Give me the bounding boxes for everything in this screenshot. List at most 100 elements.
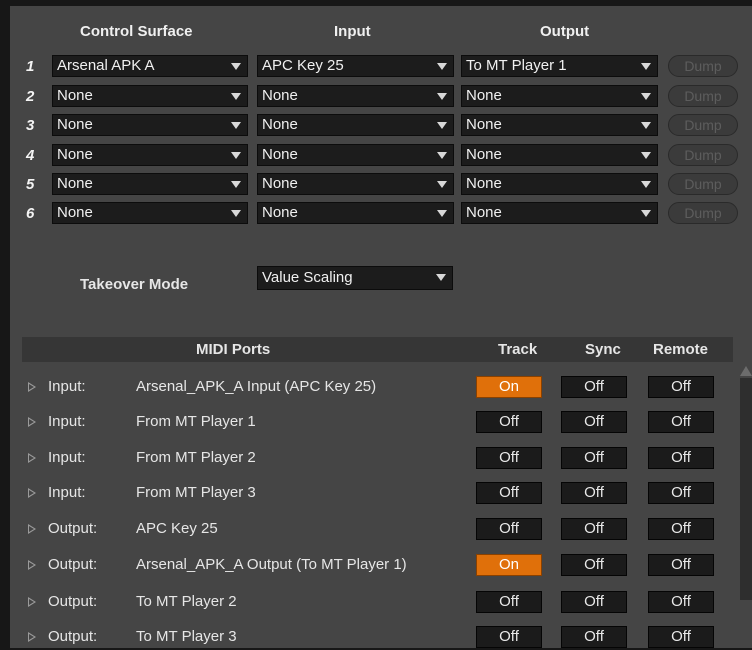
dump-button[interactable]: Dump xyxy=(668,55,738,77)
expand-triangle-icon[interactable] xyxy=(28,382,36,392)
track-toggle[interactable]: Off xyxy=(476,411,542,433)
chevron-down-icon xyxy=(231,181,241,188)
port-type: Output: xyxy=(48,556,98,573)
output-value: None xyxy=(466,87,502,104)
port-type: Output: xyxy=(48,628,98,645)
expand-triangle-icon[interactable] xyxy=(28,597,36,607)
midi-port-row[interactable]: Input: From MT Player 2 Off Off Off xyxy=(10,447,752,471)
control-surface-select[interactable]: None xyxy=(52,144,248,166)
port-name: To MT Player 2 xyxy=(136,593,237,610)
sync-toggle[interactable]: Off xyxy=(561,591,627,613)
remote-toggle[interactable]: Off xyxy=(648,411,714,433)
output-select[interactable]: To MT Player 1 xyxy=(461,55,658,77)
input-value: None xyxy=(262,146,298,163)
vertical-scrollbar[interactable] xyxy=(740,378,752,600)
port-name: From MT Player 2 xyxy=(136,449,256,466)
header-control-surface: Control Surface xyxy=(80,23,193,40)
expand-triangle-icon[interactable] xyxy=(28,453,36,463)
chevron-down-icon xyxy=(437,122,447,129)
control-surface-value: Arsenal APK A xyxy=(57,57,155,74)
input-select[interactable]: None xyxy=(257,85,454,107)
track-toggle[interactable]: Off xyxy=(476,447,542,469)
output-select[interactable]: None xyxy=(461,85,658,107)
remote-toggle[interactable]: Off xyxy=(648,554,714,576)
chevron-down-icon xyxy=(641,181,651,188)
control-surface-select[interactable]: None xyxy=(52,114,248,136)
port-name: Arsenal_APK_A Output (To MT Player 1) xyxy=(136,556,407,573)
dump-button[interactable]: Dump xyxy=(668,85,738,107)
output-select[interactable]: None xyxy=(461,114,658,136)
row-number: 1 xyxy=(26,58,35,75)
row-number: 3 xyxy=(26,117,35,134)
port-name: To MT Player 3 xyxy=(136,628,237,645)
midi-ports-header: MIDI Ports Track Sync Remote xyxy=(22,337,733,362)
scroll-up-arrow-icon[interactable] xyxy=(740,366,752,376)
sync-toggle[interactable]: Off xyxy=(561,554,627,576)
track-toggle[interactable]: On xyxy=(476,376,542,398)
sync-toggle[interactable]: Off xyxy=(561,411,627,433)
input-select[interactable]: APC Key 25 xyxy=(257,55,454,77)
expand-triangle-icon[interactable] xyxy=(28,632,36,642)
output-select[interactable]: None xyxy=(461,144,658,166)
control-surface-select[interactable]: Arsenal APK A xyxy=(52,55,248,77)
output-value: To MT Player 1 xyxy=(466,57,567,74)
midi-port-row[interactable]: Output: To MT Player 2 Off Off Off xyxy=(10,591,752,615)
control-surface-select[interactable]: None xyxy=(52,85,248,107)
input-select[interactable]: None xyxy=(257,202,454,224)
remote-toggle[interactable]: Off xyxy=(648,626,714,648)
output-value: None xyxy=(466,146,502,163)
input-select[interactable]: None xyxy=(257,114,454,136)
midi-port-row[interactable]: Input: From MT Player 1 Off Off Off xyxy=(10,411,752,435)
midi-port-row[interactable]: Output: To MT Player 3 Off Off Off xyxy=(10,626,752,650)
input-select[interactable]: None xyxy=(257,173,454,195)
header-track: Track xyxy=(498,341,538,358)
dump-button[interactable]: Dump xyxy=(668,202,738,224)
control-surface-value: None xyxy=(57,116,93,133)
expand-triangle-icon[interactable] xyxy=(28,488,36,498)
dump-button[interactable]: Dump xyxy=(668,144,738,166)
dump-button[interactable]: Dump xyxy=(668,114,738,136)
midi-port-row[interactable]: Input: Arsenal_APK_A Input (APC Key 25) … xyxy=(10,376,752,400)
expand-triangle-icon[interactable] xyxy=(28,560,36,570)
midi-port-row[interactable]: Input: From MT Player 3 Off Off Off xyxy=(10,482,752,506)
remote-toggle[interactable]: Off xyxy=(648,447,714,469)
sync-toggle[interactable]: Off xyxy=(561,482,627,504)
sync-toggle[interactable]: Off xyxy=(561,447,627,469)
chevron-down-icon xyxy=(231,122,241,129)
track-toggle[interactable]: Off xyxy=(476,591,542,613)
input-value: None xyxy=(262,87,298,104)
output-select[interactable]: None xyxy=(461,173,658,195)
input-select[interactable]: None xyxy=(257,144,454,166)
input-value: None xyxy=(262,116,298,133)
dump-button[interactable]: Dump xyxy=(668,173,738,195)
sync-toggle[interactable]: Off xyxy=(561,518,627,540)
track-toggle[interactable]: Off xyxy=(476,482,542,504)
track-toggle[interactable]: On xyxy=(476,554,542,576)
remote-toggle[interactable]: Off xyxy=(648,376,714,398)
chevron-down-icon xyxy=(231,152,241,159)
midi-port-row[interactable]: Output: APC Key 25 Off Off Off xyxy=(10,518,752,542)
output-value: None xyxy=(466,175,502,192)
track-toggle[interactable]: Off xyxy=(476,518,542,540)
input-value: APC Key 25 xyxy=(262,57,344,74)
output-select[interactable]: None xyxy=(461,202,658,224)
takeover-mode-select[interactable]: Value Scaling xyxy=(257,266,453,290)
chevron-down-icon xyxy=(437,93,447,100)
control-surface-select[interactable]: None xyxy=(52,173,248,195)
header-sync: Sync xyxy=(585,341,621,358)
chevron-down-icon xyxy=(437,210,447,217)
control-surface-select[interactable]: None xyxy=(52,202,248,224)
sync-toggle[interactable]: Off xyxy=(561,376,627,398)
midi-port-row[interactable]: Output: Arsenal_APK_A Output (To MT Play… xyxy=(10,554,752,578)
remote-toggle[interactable]: Off xyxy=(648,482,714,504)
chevron-down-icon xyxy=(231,210,241,217)
remote-toggle[interactable]: Off xyxy=(648,591,714,613)
expand-triangle-icon[interactable] xyxy=(28,524,36,534)
track-toggle[interactable]: Off xyxy=(476,626,542,648)
chevron-down-icon xyxy=(641,122,651,129)
expand-triangle-icon[interactable] xyxy=(28,417,36,427)
remote-toggle[interactable]: Off xyxy=(648,518,714,540)
chevron-down-icon xyxy=(231,63,241,70)
sync-toggle[interactable]: Off xyxy=(561,626,627,648)
midi-preferences-panel: Control Surface Input Output 1 Arsenal A… xyxy=(10,6,752,648)
